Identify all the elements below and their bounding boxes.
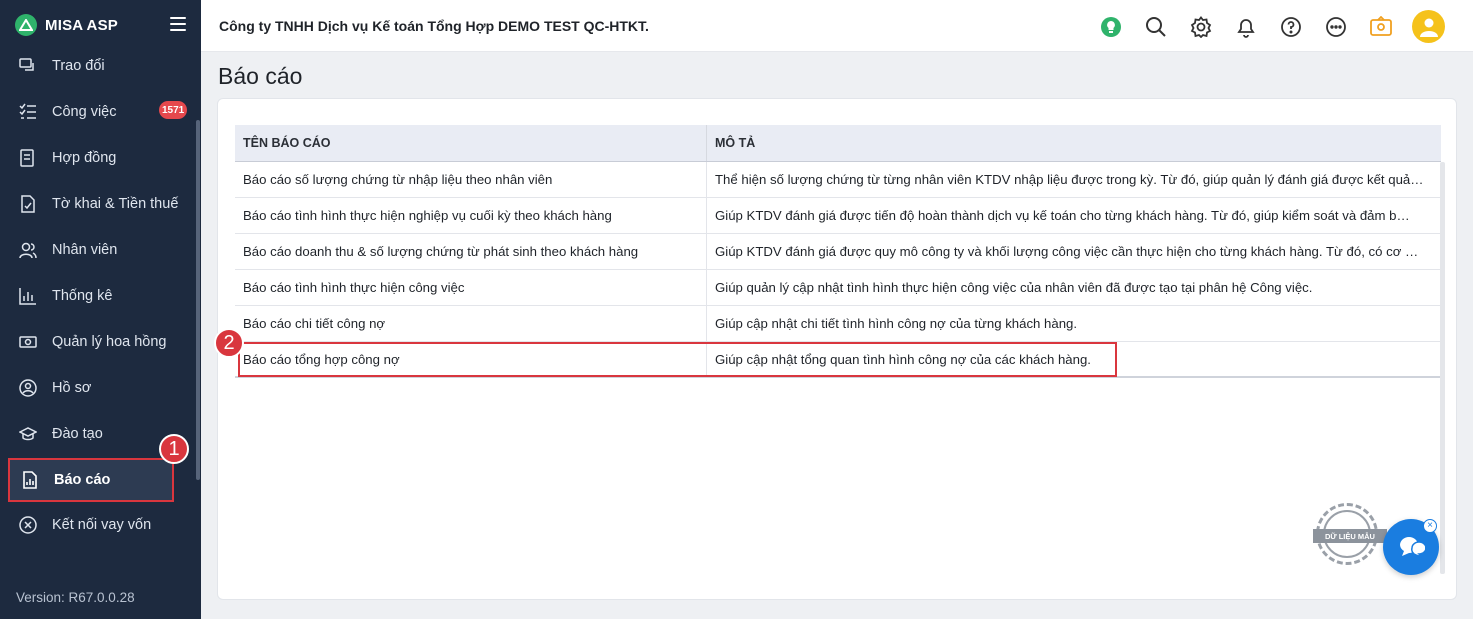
lightbulb-icon[interactable]	[1097, 13, 1124, 40]
sidebar-item-cong-viec[interactable]: Công việc 1571	[0, 89, 196, 135]
sidebar-item-label: Thống kê	[52, 288, 113, 304]
table-row-highlighted[interactable]: Báo cáo tổng hợp công nợ Giúp cập nhật t…	[235, 342, 1441, 378]
search-icon[interactable]	[1142, 13, 1169, 40]
sidebar-item-thong-ke[interactable]: Thống kê	[0, 273, 196, 319]
sidebar-item-bao-cao[interactable]: Báo cáo	[8, 458, 174, 502]
report-description-cell: Giúp cập nhật chi tiết tình hình công nợ…	[707, 306, 1441, 341]
report-table: TÊN BÁO CÁO MÔ TẢ Báo cáo số lượng chứng…	[235, 125, 1441, 378]
page-title: Báo cáo	[218, 63, 303, 89]
table-row[interactable]: Báo cáo chi tiết công nợ Giúp cập nhật c…	[235, 306, 1441, 342]
misa-logo-icon	[15, 14, 37, 36]
sidebar-item-label: Trao đổi	[52, 58, 105, 74]
report-description-text: Giúp KTDV đánh giá được tiến độ hoàn thà…	[715, 208, 1410, 223]
table-row[interactable]: Báo cáo tình hình thực hiện công việc Gi…	[235, 270, 1441, 306]
report-name-cell[interactable]: Báo cáo doanh thu & số lượng chứng từ ph…	[235, 234, 707, 269]
sidebar-scrollbar[interactable]	[196, 120, 200, 480]
sidebar-item-nhan-vien[interactable]: Nhân viên	[0, 227, 196, 273]
contract-icon	[18, 148, 38, 168]
report-name-cell[interactable]: Báo cáo số lượng chứng từ nhập liệu theo…	[235, 162, 707, 197]
sidebar-item-label: Quản lý hoa hồng	[52, 334, 167, 350]
sidebar-item-ho-so[interactable]: Hồ sơ	[0, 365, 196, 411]
sidebar-item-label: Hồ sơ	[52, 380, 92, 396]
loan-connect-icon	[18, 515, 38, 535]
stamp-label: DỮ LIỆU MẪU	[1313, 529, 1387, 543]
employees-icon	[18, 240, 38, 260]
column-header-name[interactable]: TÊN BÁO CÁO	[235, 125, 707, 161]
table-row[interactable]: Báo cáo doanh thu & số lượng chứng từ ph…	[235, 234, 1441, 270]
report-panel: TÊN BÁO CÁO MÔ TẢ Báo cáo số lượng chứng…	[217, 98, 1457, 600]
user-avatar[interactable]	[1412, 10, 1445, 43]
report-description-text: Giúp cập nhật tổng quan tình hình công n…	[715, 351, 1091, 367]
chat-close-button[interactable]: ×	[1423, 519, 1437, 533]
commission-icon	[18, 332, 38, 352]
step-marker-1: 1	[159, 434, 189, 464]
sidebar-item-hop-dong[interactable]: Hợp đồng	[0, 135, 196, 181]
sidebar-item-label: Nhân viên	[52, 242, 118, 258]
app-name: MISA ASP	[45, 16, 118, 34]
sidebar-item-label: Báo cáo	[54, 472, 111, 488]
report-name-cell[interactable]: Báo cáo tình hình thực hiện nghiệp vụ cu…	[235, 198, 707, 233]
report-description-text: Giúp cập nhật chi tiết tình hình công nợ…	[715, 316, 1078, 331]
report-icon	[20, 470, 40, 490]
training-icon	[18, 424, 38, 444]
report-description-cell: Thể hiện số lượng chứng từ từng nhân viê…	[707, 162, 1441, 197]
column-header-description[interactable]: MÔ TẢ	[707, 125, 1441, 161]
report-name-cell[interactable]: Báo cáo chi tiết công nợ	[235, 306, 707, 341]
sidebar-item-hoa-hong[interactable]: Quản lý hoa hồng	[0, 319, 196, 365]
report-description-cell: Giúp KTDV đánh giá được quy mô công ty v…	[707, 234, 1441, 269]
sidebar-item-label: Kết nối vay vốn	[52, 517, 152, 533]
profile-icon	[18, 378, 38, 398]
app-logo[interactable]: MISA ASP	[15, 14, 118, 36]
table-row[interactable]: Báo cáo tình hình thực hiện nghiệp vụ cu…	[235, 198, 1441, 234]
company-name: Công ty TNHH Dịch vụ Kế toán Tổng Hợp DE…	[219, 18, 649, 34]
sidebar-item-vay-von[interactable]: Kết nối vay vốn	[0, 502, 196, 548]
rewards-icon[interactable]	[1367, 13, 1394, 40]
sidebar-item-label: Đào tạo	[52, 426, 103, 442]
sidebar-item-label: Công việc	[52, 104, 117, 120]
more-icon[interactable]	[1322, 13, 1349, 40]
step-marker-2: 2	[214, 328, 244, 358]
table-scrollbar[interactable]	[1440, 162, 1445, 574]
report-description-cell: Giúp KTDV đánh giá được tiến độ hoàn thà…	[707, 198, 1441, 233]
report-name-cell[interactable]: Báo cáo tình hình thực hiện công việc	[235, 270, 707, 305]
sample-data-stamp: DỮ LIỆU MẪU	[1313, 503, 1387, 565]
settings-icon[interactable]	[1187, 13, 1214, 40]
report-description-text: Thể hiện số lượng chứng từ từng nhân viê…	[715, 172, 1424, 187]
statistics-icon	[18, 286, 38, 306]
report-description-cell: Giúp cập nhật tổng quan tình hình công n…	[707, 342, 1441, 376]
sidebar-item-to-khai[interactable]: Tờ khai & Tiền thuế	[0, 181, 196, 227]
top-bar: Công ty TNHH Dịch vụ Kế toán Tổng Hợp DE…	[201, 0, 1473, 52]
report-description-cell: Giúp quản lý cập nhật tình hình thực hiệ…	[707, 270, 1441, 305]
app-version: Version: R67.0.0.28	[16, 590, 135, 605]
table-row[interactable]: Báo cáo số lượng chứng từ nhập liệu theo…	[235, 162, 1441, 198]
chat-bubble-icon	[1400, 537, 1425, 558]
exchange-icon	[18, 56, 38, 76]
table-header: TÊN BÁO CÁO MÔ TẢ	[235, 125, 1441, 162]
report-name-cell[interactable]: Báo cáo tổng hợp công nợ	[235, 342, 707, 376]
bell-icon[interactable]	[1232, 13, 1259, 40]
report-description-text: Giúp KTDV đánh giá được quy mô công ty v…	[715, 244, 1419, 259]
task-list-icon	[18, 102, 38, 122]
sidebar-item-trao-doi[interactable]: Trao đổi	[0, 43, 196, 89]
tax-declaration-icon	[18, 194, 38, 214]
sidebar-item-label: Tờ khai & Tiền thuế	[52, 196, 179, 212]
sidebar: MISA ASP Trao đổi Công việc 1571 Hợp đồn…	[0, 0, 201, 619]
menu-toggle-button[interactable]	[170, 17, 186, 31]
help-icon[interactable]	[1277, 13, 1304, 40]
report-description-text: Giúp quản lý cập nhật tình hình thực hiệ…	[715, 280, 1313, 295]
sidebar-nav: Trao đổi Công việc 1571 Hợp đồng Tờ khai…	[0, 43, 196, 548]
task-count-badge: 1571	[159, 101, 188, 119]
sidebar-item-label: Hợp đồng	[52, 150, 117, 166]
top-bar-actions	[1097, 10, 1445, 43]
